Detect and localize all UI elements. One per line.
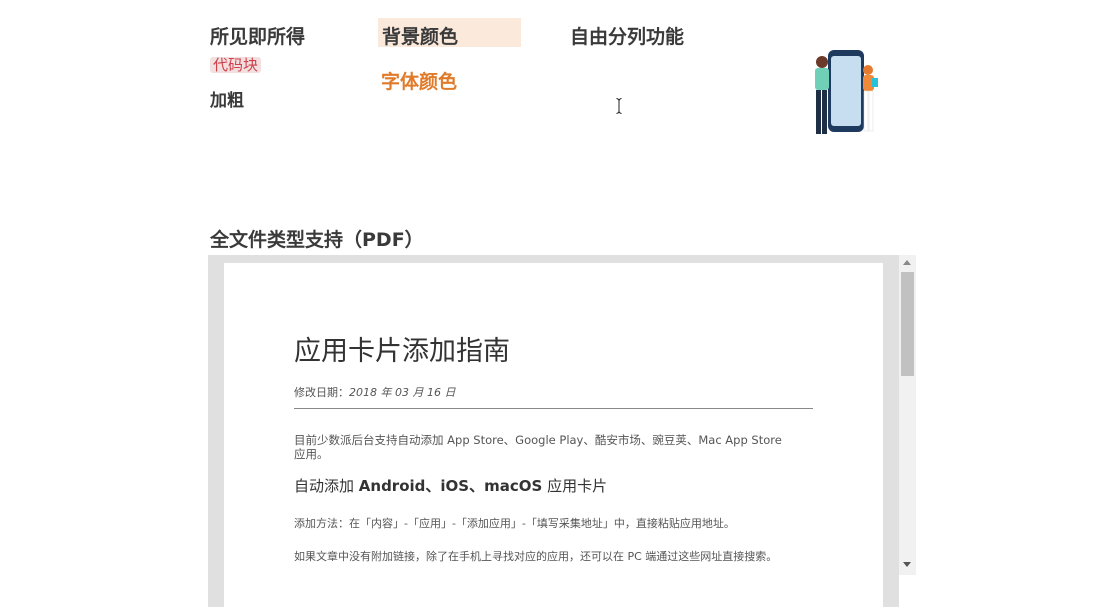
feature-code-block: 代码块: [210, 57, 262, 73]
document-date-value: 2018 年 03 月 16 日: [349, 386, 456, 399]
subheading-platforms: Android、iOS、macOS: [358, 477, 543, 495]
document-date-label: 修改日期：: [294, 386, 349, 399]
feature-wysiwyg: 所见即所得: [210, 26, 306, 48]
feature-bold: 加粗: [210, 91, 244, 111]
scroll-up-arrow-icon[interactable]: [903, 260, 911, 265]
text-cursor-icon: [616, 98, 622, 114]
document-subheading: 自动添加 Android、iOS、macOS 应用卡片: [294, 475, 607, 496]
phone-people-illustration-icon: [815, 50, 878, 134]
pdf-viewer-scrollbar[interactable]: [899, 255, 916, 575]
document-divider: [294, 408, 813, 409]
document-note: 如果文章中没有附加链接，除了在手机上寻找对应的应用，还可以在 PC 端通过这些网…: [294, 550, 778, 563]
pdf-page: 应用卡片添加指南 修改日期：2018 年 03 月 16 日 目前少数派后台支持…: [224, 263, 883, 607]
section-title: 全文件类型支持（PDF）: [210, 229, 424, 251]
document-date: 修改日期：2018 年 03 月 16 日: [294, 384, 455, 400]
document-title: 应用卡片添加指南: [294, 336, 510, 367]
subheading-prefix: 自动添加: [294, 477, 359, 495]
feature-background-color: 背景颜色: [378, 18, 521, 48]
document-intro: 目前少数派后台支持自动添加 App Store、Google Play、酷安市场…: [294, 433, 782, 461]
feature-background-color-label: 背景颜色: [382, 26, 459, 48]
scrollbar-thumb[interactable]: [901, 272, 914, 376]
pdf-viewer[interactable]: 应用卡片添加指南 修改日期：2018 年 03 月 16 日 目前少数派后台支持…: [208, 255, 899, 607]
feature-font-color: 字体颜色: [381, 71, 458, 93]
scroll-down-arrow-icon[interactable]: [903, 562, 911, 567]
subheading-suffix: 应用卡片: [542, 477, 608, 495]
document-method: 添加方法：在「内容」-「应用」-「添加应用」-「填写采集地址」中，直接粘贴应用地…: [294, 517, 735, 530]
feature-column-split: 自由分列功能: [570, 26, 685, 48]
